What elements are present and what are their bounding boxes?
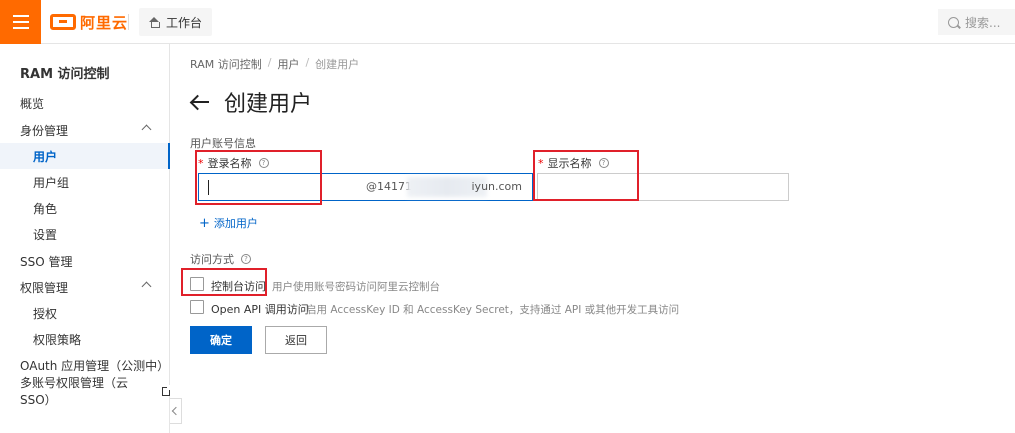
- sidebar-item-identity-management[interactable]: 身份管理: [0, 117, 170, 143]
- sidebar-item-grants[interactable]: 授权: [0, 300, 170, 326]
- sidebar-item-label: 身份管理: [20, 123, 69, 138]
- account-section-title: 用户账号信息: [190, 137, 256, 150]
- access-section-title: 访问方式 ?: [190, 251, 251, 267]
- access-section-text: 访问方式: [190, 253, 234, 266]
- sidebar-item-label: 角色: [33, 201, 58, 216]
- breadcrumb-current: 创建用户: [315, 58, 360, 71]
- api-access-label[interactable]: Open API 调用访问: [211, 301, 309, 317]
- breadcrumb-separator: /: [305, 56, 310, 69]
- console-access-description: 用户使用账号密码访问阿里云控制台: [272, 281, 440, 293]
- top-bar: 阿里云 工作台 搜索...: [0, 0, 1015, 44]
- api-access-checkbox[interactable]: [190, 300, 204, 314]
- header-divider: [128, 14, 129, 30]
- sidebar-item-label: 多账号权限管理（云 SSO）: [20, 376, 129, 407]
- menu-line: [12, 15, 29, 17]
- sidebar-item-policies[interactable]: 权限策略: [0, 326, 170, 352]
- hamburger-menu-button[interactable]: [0, 0, 41, 44]
- sidebar-item-label: SSO 管理: [20, 254, 73, 269]
- page-header: 创建用户: [190, 86, 312, 118]
- api-access-description: 启用 AccessKey ID 和 AccessKey Secret，支持通过 …: [306, 304, 680, 316]
- workbench-label: 工作台: [166, 15, 203, 30]
- sidebar-item-user-groups[interactable]: 用户组: [0, 169, 170, 195]
- logo-text: 阿里云: [80, 13, 129, 32]
- sidebar: RAM 访问控制 概览 身份管理 用户 用户组 角色 设置 SSO 管理 权限管…: [0, 44, 173, 433]
- search-placeholder: 搜索...: [965, 15, 1001, 30]
- console-access-label[interactable]: 控制台访问: [211, 278, 266, 294]
- sidebar-item-permission-management[interactable]: 权限管理: [0, 274, 170, 300]
- aliyun-logo-icon: [50, 14, 76, 30]
- sidebar-item-label: 设置: [33, 227, 58, 242]
- page-title: 创建用户: [224, 92, 313, 117]
- sidebar-item-label: 概览: [20, 96, 45, 111]
- back-button[interactable]: 返回: [265, 326, 327, 354]
- sidebar-item-label: 权限管理: [20, 280, 69, 295]
- external-link-icon: [161, 384, 173, 396]
- chevron-up-icon: [141, 281, 152, 292]
- chevron-up-icon: [141, 124, 152, 135]
- sidebar-item-label: 权限策略: [33, 332, 82, 347]
- home-icon: [149, 16, 160, 28]
- breadcrumb-separator: /: [267, 56, 272, 69]
- add-user-label: 添加用户: [213, 217, 258, 230]
- breadcrumb-ram[interactable]: RAM 访问控制: [190, 56, 262, 72]
- back-arrow-icon[interactable]: [190, 94, 210, 110]
- menu-line: [12, 27, 29, 29]
- sidebar-item-label: 用户组: [33, 175, 70, 190]
- workbench-button[interactable]: 工作台: [139, 8, 213, 36]
- sidebar-item-cloud-sso[interactable]: 多账号权限管理（云 SSO）: [0, 376, 173, 407]
- help-icon[interactable]: ?: [241, 254, 251, 264]
- confirm-button[interactable]: 确定: [190, 326, 252, 354]
- sidebar-item-roles[interactable]: 角色: [0, 195, 170, 221]
- console-access-checkbox[interactable]: [190, 277, 204, 291]
- login-name-suffix-start: @14171: [366, 180, 412, 193]
- plus-icon: +: [199, 215, 210, 231]
- sidebar-item-users[interactable]: 用户: [0, 143, 170, 169]
- search-input[interactable]: 搜索...: [938, 9, 1015, 35]
- sidebar-title: RAM 访问控制: [20, 67, 110, 82]
- sidebar-item-label: OAuth 应用管理（公测中）: [20, 358, 170, 373]
- login-name-suffix-end: iyun.com: [471, 180, 523, 193]
- sidebar-item-settings[interactable]: 设置: [0, 221, 170, 247]
- sidebar-item-label: 授权: [33, 306, 58, 321]
- breadcrumb: RAM 访问控制 / 用户 / 创建用户: [190, 56, 359, 72]
- sidebar-collapse-button[interactable]: [170, 398, 182, 424]
- menu-line: [12, 21, 29, 23]
- add-user-link[interactable]: + 添加用户: [199, 215, 258, 231]
- annotation-highlight-display-name: [533, 150, 639, 201]
- breadcrumb-users[interactable]: 用户: [277, 56, 299, 72]
- aliyun-logo[interactable]: 阿里云: [50, 10, 128, 34]
- sidebar-item-overview[interactable]: 概览: [0, 90, 170, 116]
- search-icon: [948, 16, 959, 28]
- sidebar-item-sso-management[interactable]: SSO 管理: [0, 248, 170, 274]
- sidebar-item-label: 用户: [33, 149, 58, 164]
- annotation-highlight-login-name: [195, 150, 322, 205]
